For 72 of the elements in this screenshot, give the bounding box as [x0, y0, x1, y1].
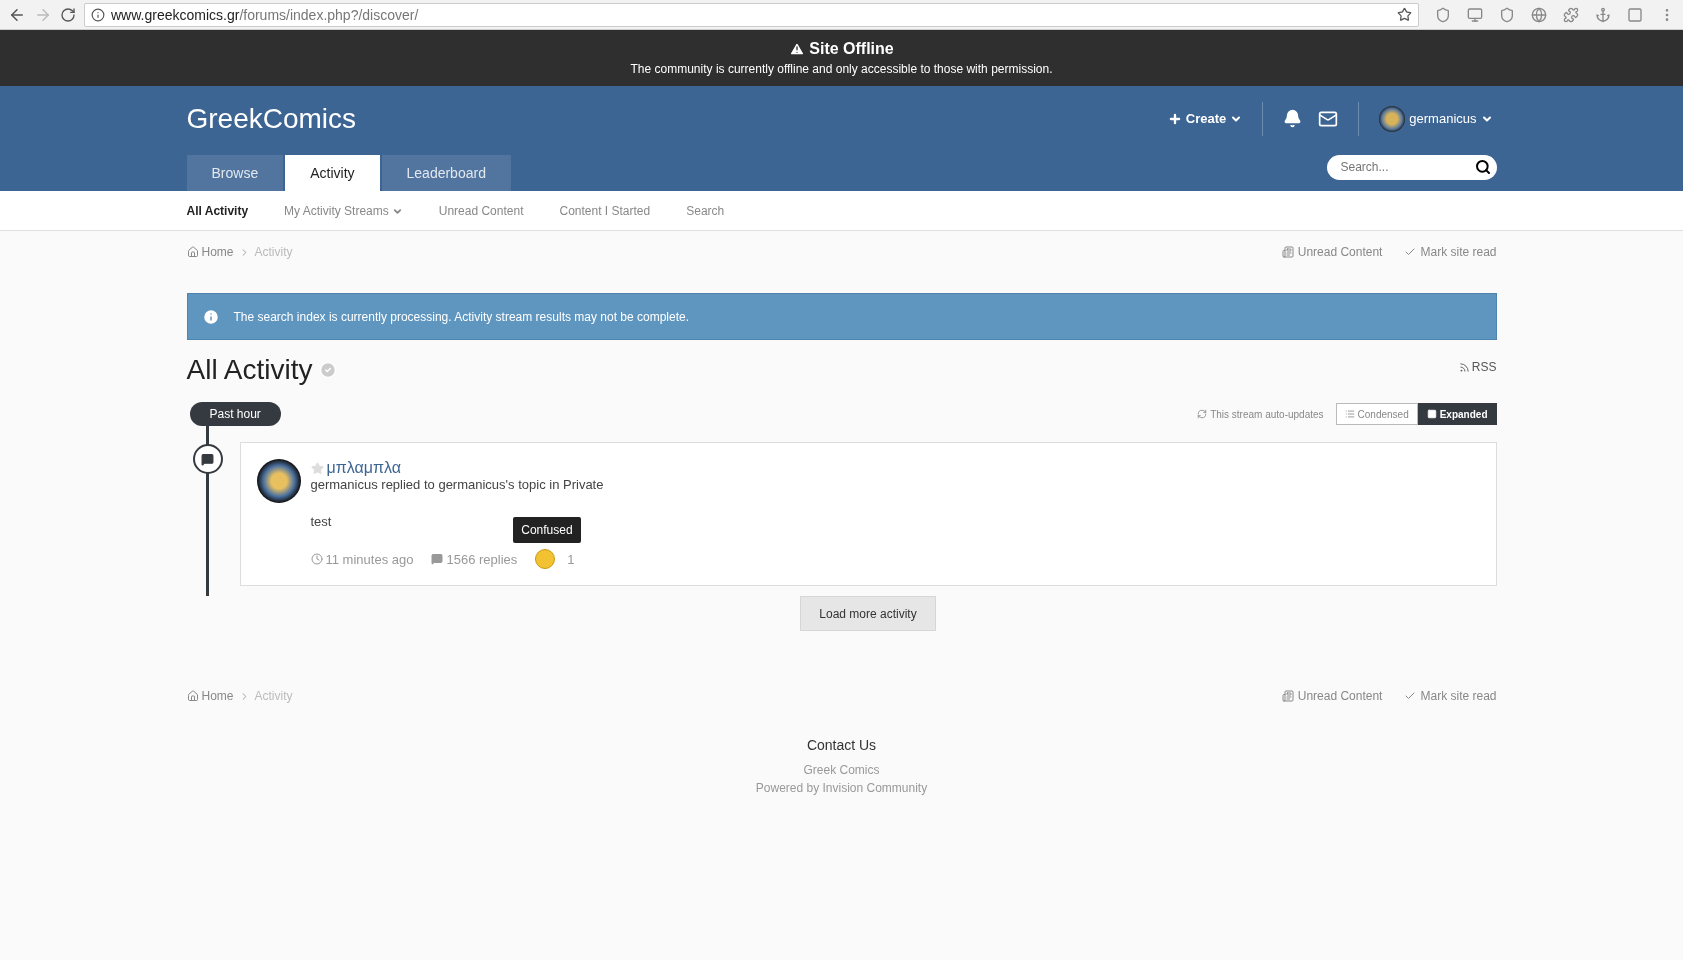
- load-more-button[interactable]: Load more activity: [800, 596, 936, 631]
- plus-icon: [1167, 111, 1182, 126]
- activity-title[interactable]: μπλαμπλα: [310, 459, 402, 477]
- auto-update-text: This stream auto-updates: [1210, 408, 1324, 420]
- nav-tab[interactable]: Leaderboard: [381, 155, 511, 191]
- sub-nav-link[interactable]: Content I Started: [559, 204, 651, 218]
- globe-icon[interactable]: [1531, 6, 1547, 23]
- newspaper-icon: [1281, 246, 1294, 258]
- time-text: 11 minutes ago: [325, 551, 414, 567]
- square-icon: [1426, 409, 1437, 419]
- footer-site-name: Greek Comics: [803, 763, 880, 777]
- url-host: www.greekcomics.gr: [111, 6, 240, 23]
- reaction-count: 1: [567, 551, 575, 567]
- search-input[interactable]: Search...: [1338, 159, 1475, 175]
- comment-icon: [431, 553, 444, 565]
- monitor-icon[interactable]: [1467, 6, 1483, 23]
- rss-icon: [1458, 361, 1470, 373]
- activity-summary: germanicus replied to germanicus's topic in Private: [310, 477, 604, 492]
- sub-nav-link[interactable]: All Activity: [186, 204, 249, 218]
- avatar-picture: [1379, 105, 1406, 132]
- offline-message: The community is currently offline and only accessible to those with permission.: [630, 62, 1053, 76]
- search-field[interactable]: Search...: [1326, 154, 1497, 180]
- shield-icon[interactable]: [1499, 6, 1515, 23]
- star-icon: [310, 461, 324, 475]
- sub-nav-link[interactable]: Unread Content: [438, 204, 524, 218]
- newspaper-icon: [1281, 690, 1294, 702]
- reload-icon[interactable]: [60, 6, 76, 23]
- address-bar[interactable]: www.greekcomics.gr/forums/index.php?/discover/: [84, 2, 1419, 27]
- avatar-picture[interactable]: [256, 459, 301, 503]
- breadcrumb-link[interactable]: Home: [186, 245, 234, 259]
- action-link[interactable]: Unread Content: [1281, 245, 1383, 259]
- puzzle-icon[interactable]: [1563, 6, 1579, 23]
- breadcrumb-link[interactable]: Home: [186, 689, 234, 703]
- action-link[interactable]: Unread Content: [1281, 689, 1383, 703]
- warning-icon: [789, 41, 806, 57]
- rss-link[interactable]: RSS: [1458, 360, 1497, 374]
- offline-title: Site Offline: [809, 40, 894, 58]
- view-toggle[interactable]: Condensed: [1335, 403, 1418, 425]
- replies-count: 1566 replies: [446, 551, 518, 567]
- view-toggle[interactable]: Expanded: [1417, 403, 1497, 425]
- shield-icon[interactable]: [1435, 6, 1451, 23]
- period-label: Past hour: [189, 402, 281, 426]
- clock-icon: [310, 553, 323, 565]
- check-icon: [1404, 246, 1417, 258]
- site-logo[interactable]: GreekComics: [186, 102, 357, 135]
- search-icon[interactable]: [1474, 159, 1491, 175]
- tooltip: Confused: [513, 517, 581, 543]
- create-button[interactable]: Create: [1147, 111, 1263, 126]
- action-link[interactable]: Mark site read: [1404, 689, 1497, 703]
- action-link[interactable]: Mark site read: [1404, 245, 1497, 259]
- sub-nav-link[interactable]: Search: [686, 204, 725, 218]
- user-menu[interactable]: germanicus: [1359, 105, 1497, 132]
- activity-snippet: test: [310, 514, 332, 529]
- check-circle-icon[interactable]: [318, 361, 337, 379]
- page-title: All Activity: [186, 354, 313, 386]
- bookmark-star-icon[interactable]: [1397, 7, 1412, 22]
- notice-text: The search index is currently processing. Activity stream results may not be complete.: [233, 309, 690, 324]
- list-icon: [1344, 409, 1355, 419]
- check-icon: [1404, 690, 1417, 702]
- home-icon: [186, 246, 199, 258]
- nav-tab[interactable]: Browse: [186, 155, 284, 191]
- contact-link[interactable]: Contact Us: [806, 737, 877, 753]
- info-icon: [91, 7, 105, 22]
- info-icon: [201, 307, 220, 326]
- sub-nav-link[interactable]: My Activity Streams: [284, 204, 403, 218]
- refresh-icon: [1197, 409, 1208, 419]
- home-icon: [186, 690, 199, 702]
- powered-by-text: Powered by Invision Community: [755, 781, 928, 795]
- nav-tab[interactable]: Activity: [285, 155, 380, 191]
- url-path: /forums/index.php?/discover/: [239, 6, 419, 23]
- square-icon[interactable]: [1627, 6, 1643, 23]
- anchor-icon[interactable]: [1595, 6, 1611, 23]
